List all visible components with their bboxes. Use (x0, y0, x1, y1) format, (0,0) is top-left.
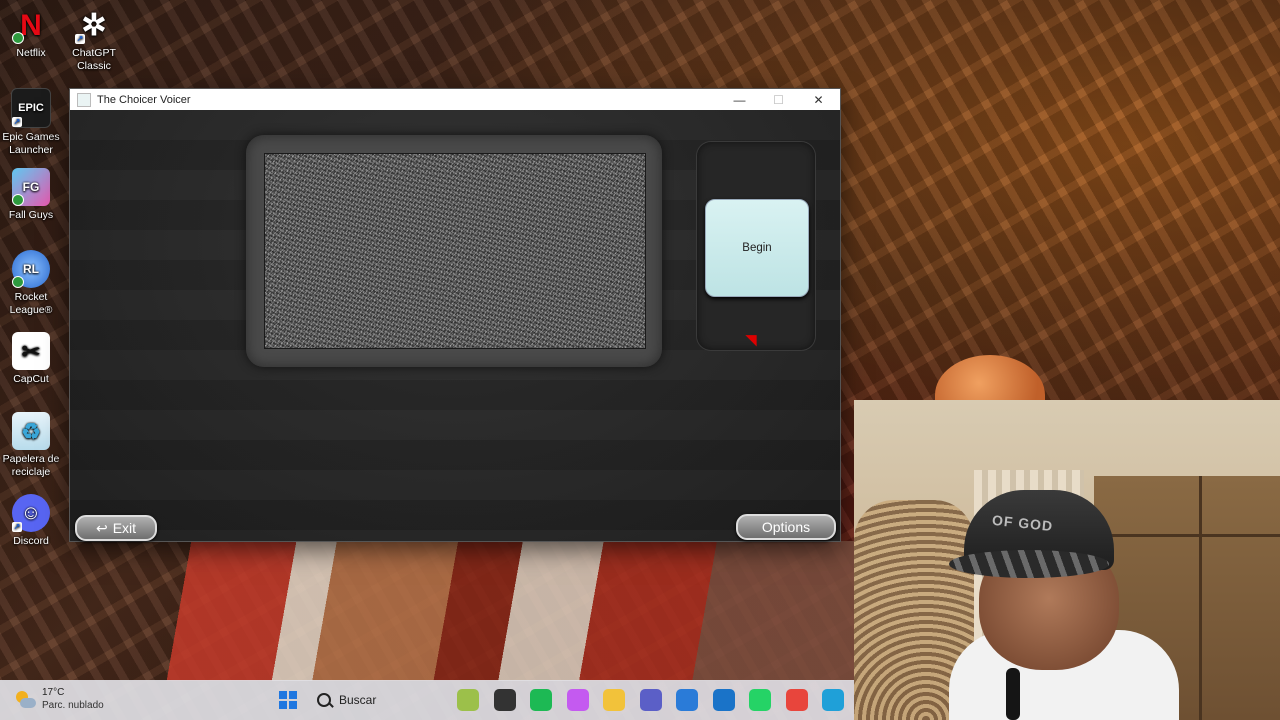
outlook-icon[interactable] (712, 689, 735, 711)
tv-static-screen (264, 153, 646, 349)
fall-guys-icon: FG (12, 168, 50, 206)
recycle-bin-icon: ♻ (12, 412, 50, 450)
file-explorer-icon[interactable] (603, 689, 625, 711)
desktop-icon-label: Epic Games Launcher (2, 131, 60, 156)
app-icon (77, 92, 91, 107)
close-button[interactable]: ✕ (799, 89, 838, 110)
chatgpt-icon: ✲ ↗ (75, 8, 107, 44)
window-title: The Choicer Voicer (97, 93, 191, 106)
choicer-voicer-window: The Choicer Voicer — ☐ ✕ Begin ↩ Exit Op… (70, 89, 840, 541)
app-content: Begin ↩ Exit Options (70, 110, 840, 541)
store-icon[interactable] (676, 689, 698, 711)
copilot-icon[interactable] (566, 689, 589, 711)
desktop-icon-netflix[interactable]: N Netflix (0, 6, 62, 60)
return-arrow-icon: ↩ (95, 519, 108, 536)
weather-description: Parc. nublado (42, 700, 104, 711)
exit-label: Exit (112, 520, 137, 536)
discord-icon: ☺ ↗ (12, 494, 50, 532)
desktop-icon-recycle-bin[interactable]: ♻ Papelera de reciclaje (0, 412, 62, 479)
edge-icon[interactable] (822, 689, 844, 711)
search-placeholder: Buscar (339, 693, 377, 707)
spotify-icon[interactable] (530, 689, 552, 711)
desktop-icon-chatgpt[interactable]: ✲ ↗ ChatGPT Classic (63, 6, 125, 73)
weather-temperature: 17°C (42, 687, 65, 698)
side-panel: Begin (697, 142, 815, 350)
desktop-icon-label: Papelera de reciclaje (2, 453, 60, 478)
weather-widget[interactable]: 17°C Parc. nublado (14, 687, 104, 712)
options-button[interactable]: Options (736, 514, 836, 540)
netflix-icon: N (12, 6, 50, 44)
widgets-app-icon[interactable] (457, 689, 479, 711)
desktop-icon-label: Discord (13, 535, 49, 547)
desktop-icon-capcut[interactable]: ✂ CapCut (0, 332, 62, 386)
whatsapp-icon[interactable] (749, 689, 771, 711)
partly-cloudy-icon (14, 689, 36, 711)
desktop-icon-label: Rocket League® (9, 291, 53, 316)
minimize-button[interactable]: — (720, 89, 759, 110)
window-titlebar[interactable]: The Choicer Voicer — ☐ ✕ (70, 89, 840, 110)
taskbar: 17°C Parc. nublado Buscar (0, 680, 854, 720)
capcut-icon: ✂ (12, 332, 50, 370)
microphone (1006, 668, 1020, 720)
tv-frame (246, 135, 662, 367)
begin-button[interactable]: Begin (705, 199, 809, 297)
search-icon (317, 693, 331, 707)
desktop-icon-epic-games[interactable]: EPIC ↗ Epic Games Launcher (0, 88, 62, 157)
rocket-league-icon: RL (12, 250, 50, 288)
desktop-icon-discord[interactable]: ☺ ↗ Discord (0, 494, 62, 548)
webcam-overlay: OF GOD (854, 400, 1280, 720)
desktop-icon-rocket-league[interactable]: RL Rocket League® (0, 250, 62, 317)
chrome-icon[interactable] (785, 689, 808, 711)
desktop-icon-label: CapCut (13, 373, 49, 385)
maximize-button[interactable]: ☐ (759, 89, 798, 110)
epic-games-icon: EPIC ↗ (11, 88, 51, 128)
exit-button[interactable]: ↩ Exit (75, 515, 157, 541)
desktop-icon-label: ChatGPT Classic (72, 47, 116, 72)
desktop-icon-label: Netflix (16, 47, 46, 59)
task-view-icon[interactable] (493, 689, 516, 711)
wallpaper-floor-scene (70, 541, 854, 681)
windows-start-icon[interactable] (279, 691, 297, 709)
cap-brim (949, 550, 1109, 578)
desktop-icon-label: Fall Guys (8, 209, 54, 221)
desktop-icon-fall-guys[interactable]: FG Fall Guys (0, 168, 62, 222)
teams-icon[interactable] (639, 689, 662, 711)
taskbar-search[interactable]: Buscar (309, 688, 431, 712)
